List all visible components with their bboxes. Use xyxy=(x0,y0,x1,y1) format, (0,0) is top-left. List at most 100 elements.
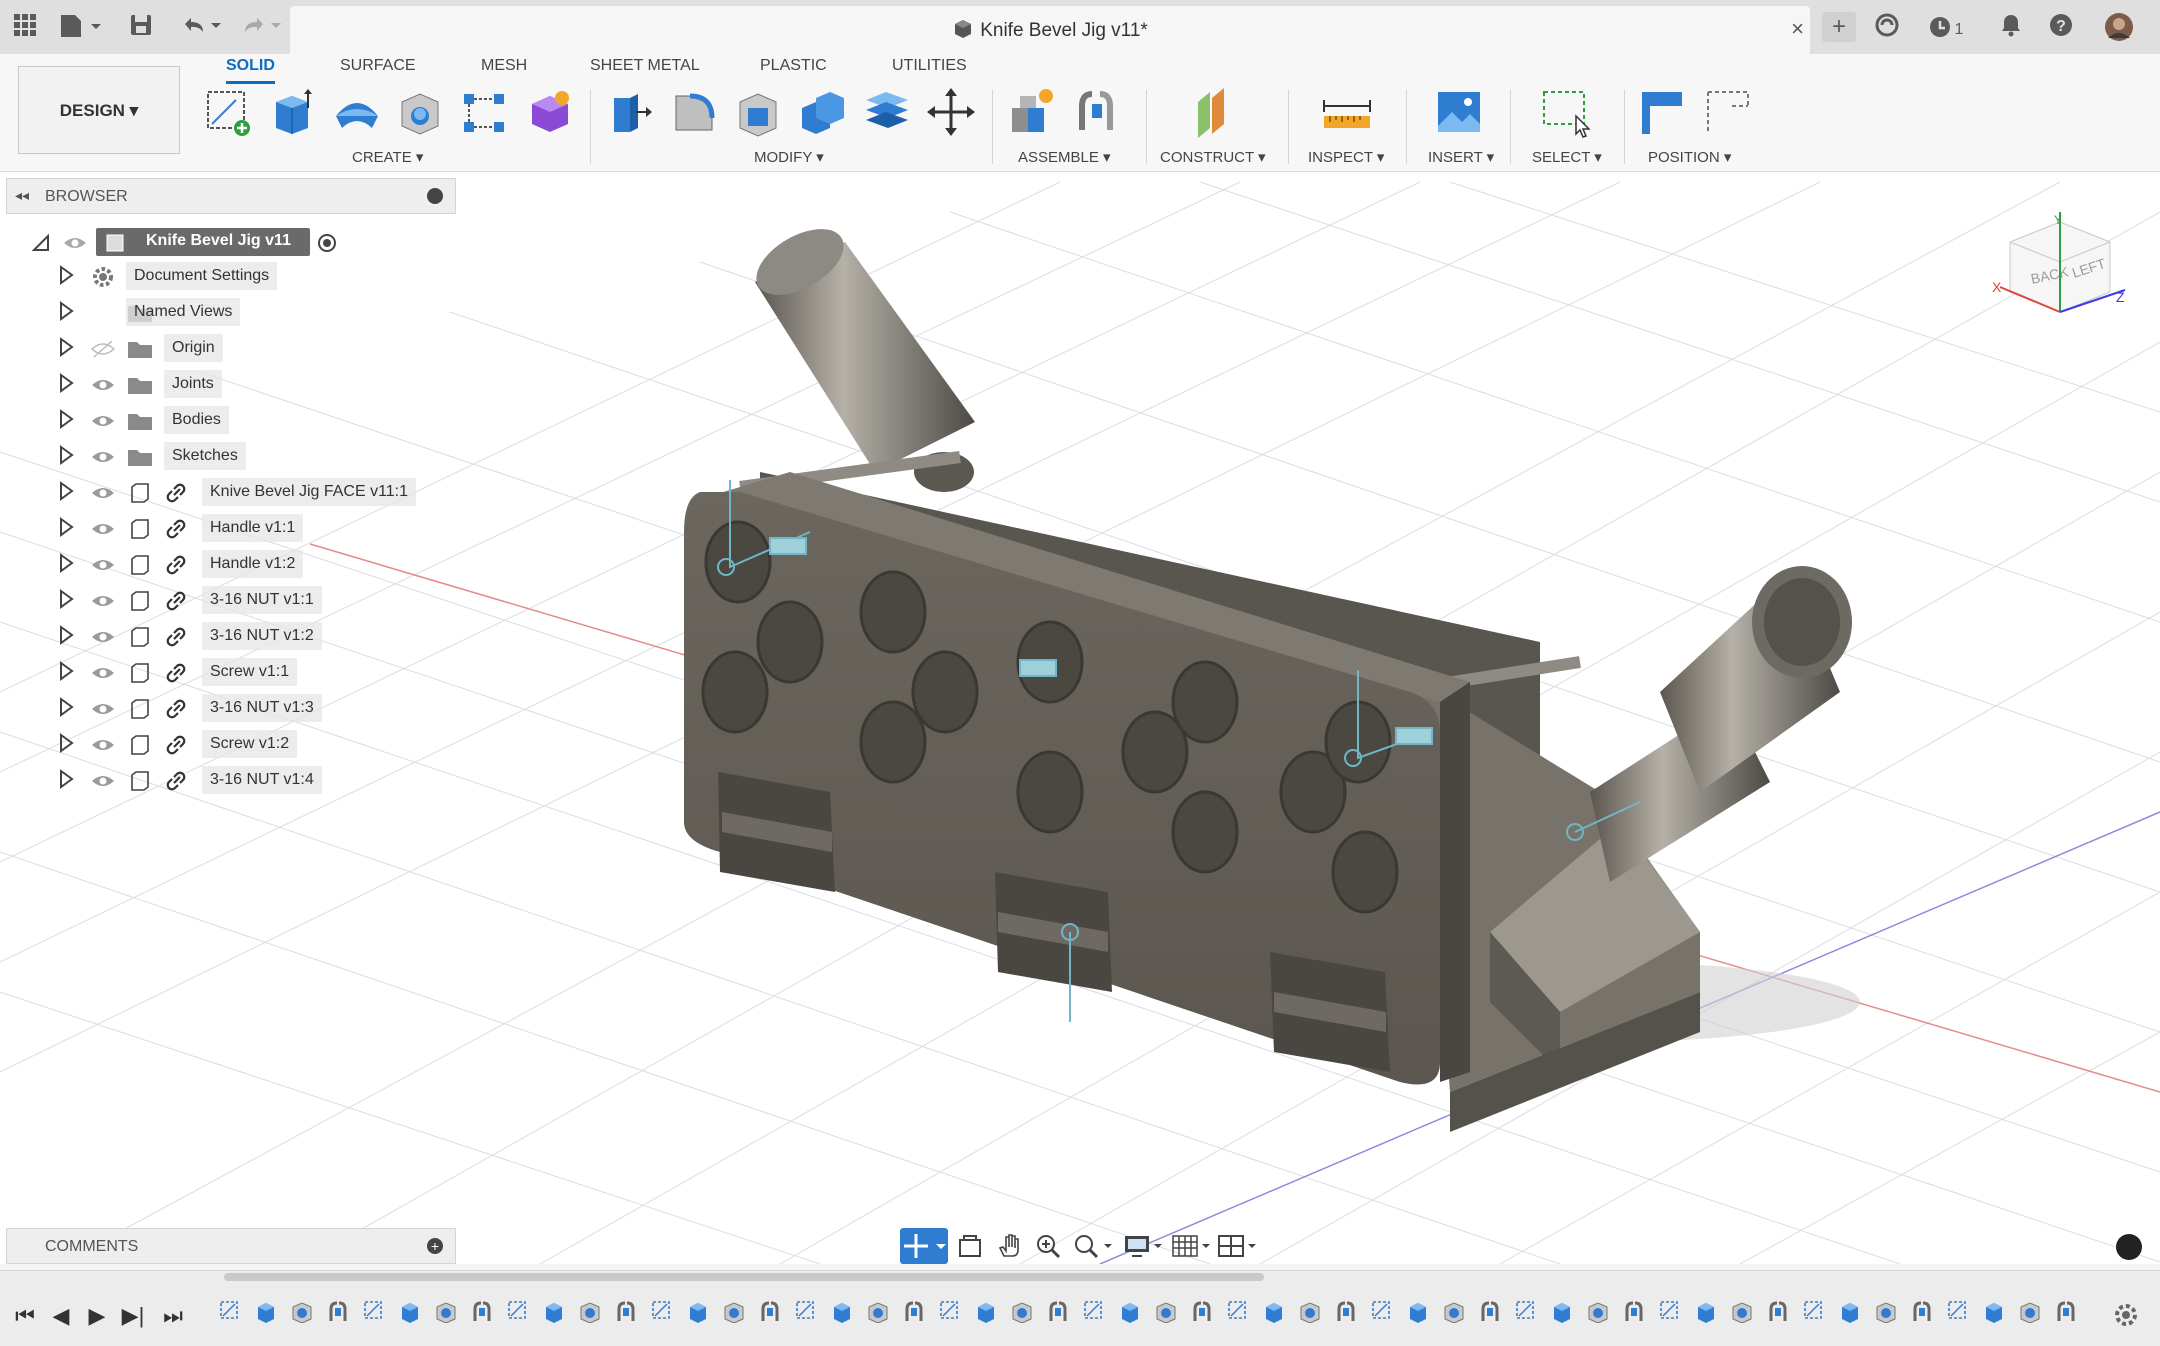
timeline-hole-icon[interactable] xyxy=(1298,1299,1322,1324)
timeline-hole-icon[interactable] xyxy=(866,1299,890,1324)
timeline-extrude-icon[interactable] xyxy=(1118,1299,1142,1323)
timeline-sketch-icon[interactable] xyxy=(1226,1299,1250,1323)
hole-icon[interactable] xyxy=(396,86,446,138)
revolve-icon[interactable] xyxy=(332,86,382,138)
timeline-hole-icon[interactable] xyxy=(290,1299,314,1324)
undo-icon[interactable] xyxy=(176,12,224,42)
window-select-icon[interactable] xyxy=(1540,86,1591,138)
visibility-eye-icon[interactable] xyxy=(90,590,116,612)
timeline-hole-icon[interactable] xyxy=(578,1299,602,1324)
timeline-extrude-icon[interactable] xyxy=(1982,1299,2006,1323)
save-icon[interactable] xyxy=(126,12,156,42)
timeline-joint-icon[interactable] xyxy=(1334,1299,1358,1323)
timeline-play-icon[interactable]: ▶ xyxy=(84,1303,110,1329)
timeline-prev-icon[interactable]: ◀ xyxy=(48,1303,74,1329)
timeline-joint-icon[interactable] xyxy=(614,1299,638,1323)
notifications-bell-icon[interactable] xyxy=(1996,12,2026,42)
shell-icon[interactable] xyxy=(734,86,784,138)
timeline-sketch-icon[interactable] xyxy=(794,1299,818,1323)
fit-zoom-icon[interactable] xyxy=(1072,1232,1116,1265)
offset-plane-icon[interactable] xyxy=(1190,86,1240,138)
browser-item[interactable]: 3-16 NUT v1:1 xyxy=(0,586,460,616)
select-group-label[interactable]: SELECT ▾ xyxy=(1532,148,1602,166)
tab-utilities[interactable]: UTILITIES xyxy=(892,54,967,84)
timeline-sketch-icon[interactable] xyxy=(362,1299,386,1323)
browser-item[interactable]: Bodies xyxy=(0,406,460,436)
timeline-joint-icon[interactable] xyxy=(1766,1299,1790,1323)
timeline-hole-icon[interactable] xyxy=(434,1299,458,1324)
timeline-joint-icon[interactable] xyxy=(1190,1299,1214,1323)
browser-item[interactable]: Named Views xyxy=(0,298,460,328)
timeline-extrude-icon[interactable] xyxy=(1406,1299,1430,1323)
fillet-icon[interactable] xyxy=(670,86,720,138)
timeline-sketch-icon[interactable] xyxy=(1658,1299,1682,1323)
expand-triangle-icon[interactable] xyxy=(58,624,74,646)
browser-item[interactable]: Screw v1:1 xyxy=(0,658,460,688)
display-settings-icon[interactable] xyxy=(1122,1232,1166,1265)
browser-item[interactable]: Handle v1:2 xyxy=(0,550,460,580)
timeline-sketch-icon[interactable] xyxy=(650,1299,674,1323)
user-avatar[interactable] xyxy=(2104,12,2134,42)
browser-item[interactable]: Document Settings xyxy=(0,262,460,292)
timeline-extrude-icon[interactable] xyxy=(686,1299,710,1323)
timeline-sketch-icon[interactable] xyxy=(1514,1299,1538,1323)
collapse-browser-icon[interactable]: ◂◂ xyxy=(15,187,29,204)
timeline-hole-icon[interactable] xyxy=(1154,1299,1178,1324)
timeline-joint-icon[interactable] xyxy=(470,1299,494,1323)
timeline-hole-icon[interactable] xyxy=(1010,1299,1034,1324)
extrude-icon[interactable] xyxy=(268,86,318,138)
inspect-group-label[interactable]: INSPECT ▾ xyxy=(1308,148,1384,166)
timeline-extrude-icon[interactable] xyxy=(398,1299,422,1323)
job-status-icon[interactable]: 1 xyxy=(1920,12,1970,42)
timeline-sketch-icon[interactable] xyxy=(1946,1299,1970,1323)
timeline-extrude-icon[interactable] xyxy=(254,1299,278,1323)
browser-item[interactable]: Sketches xyxy=(0,442,460,472)
tab-mesh[interactable]: MESH xyxy=(481,54,527,84)
timeline-extrude-icon[interactable] xyxy=(1262,1299,1286,1323)
visibility-eye-icon[interactable] xyxy=(90,446,116,468)
feedback-icon[interactable] xyxy=(2116,1234,2142,1260)
capture-position-icon[interactable] xyxy=(1636,86,1686,138)
timeline-extrude-icon[interactable] xyxy=(830,1299,854,1323)
activate-radio-icon[interactable] xyxy=(316,232,338,254)
timeline-last-icon[interactable]: ⏭ xyxy=(160,1303,186,1329)
timeline-joint-icon[interactable] xyxy=(758,1299,782,1323)
help-icon[interactable]: ? xyxy=(2046,12,2076,42)
tab-solid[interactable]: SOLID xyxy=(226,54,275,84)
new-component-icon[interactable] xyxy=(1008,86,1058,138)
browser-item[interactable]: Knive Bevel Jig FACE v11:1 xyxy=(0,478,460,508)
look-at-icon[interactable] xyxy=(956,1232,984,1265)
press-pull-icon[interactable] xyxy=(606,86,656,138)
timeline-sketch-icon[interactable] xyxy=(506,1299,530,1323)
timeline-extrude-icon[interactable] xyxy=(1838,1299,1862,1323)
expand-triangle-icon[interactable] xyxy=(58,516,74,538)
timeline-sketch-icon[interactable] xyxy=(1802,1299,1826,1323)
insert-image-icon[interactable] xyxy=(1434,86,1484,138)
timeline-joint-icon[interactable] xyxy=(1046,1299,1070,1323)
expand-triangle-icon[interactable] xyxy=(58,696,74,718)
visibility-eye-icon[interactable] xyxy=(90,662,116,684)
timeline-sketch-icon[interactable] xyxy=(1082,1299,1106,1323)
browser-item[interactable]: Handle v1:1 xyxy=(0,514,460,544)
grid-settings-icon[interactable] xyxy=(1170,1232,1214,1265)
timeline-first-icon[interactable]: ⏮ xyxy=(12,1303,38,1329)
timeline-sketch-icon[interactable] xyxy=(1370,1299,1394,1323)
timeline-joint-icon[interactable] xyxy=(1478,1299,1502,1323)
visibility-eye-icon[interactable] xyxy=(90,770,116,792)
visibility-eye-icon[interactable] xyxy=(62,232,88,254)
expand-triangle-icon[interactable] xyxy=(58,264,74,286)
redo-icon[interactable] xyxy=(236,12,284,42)
expand-triangle-icon[interactable] xyxy=(58,372,74,394)
assemble-group-label[interactable]: ASSEMBLE ▾ xyxy=(1018,148,1111,166)
browser-item[interactable]: 3-16 NUT v1:3 xyxy=(0,694,460,724)
construct-group-label[interactable]: CONSTRUCT ▾ xyxy=(1160,148,1266,166)
add-comment-icon[interactable]: + xyxy=(427,1238,443,1254)
timeline-joint-icon[interactable] xyxy=(1622,1299,1646,1323)
timeline-joint-icon[interactable] xyxy=(326,1299,350,1323)
browser-item[interactable]: Screw v1:2 xyxy=(0,730,460,760)
visibility-eye-icon[interactable] xyxy=(90,410,116,432)
timeline-sketch-icon[interactable] xyxy=(938,1299,962,1323)
viewports-icon[interactable] xyxy=(1216,1232,1260,1265)
browser-collapse-toggle-icon[interactable] xyxy=(427,188,443,204)
collapse-triangle-icon[interactable] xyxy=(30,232,50,252)
